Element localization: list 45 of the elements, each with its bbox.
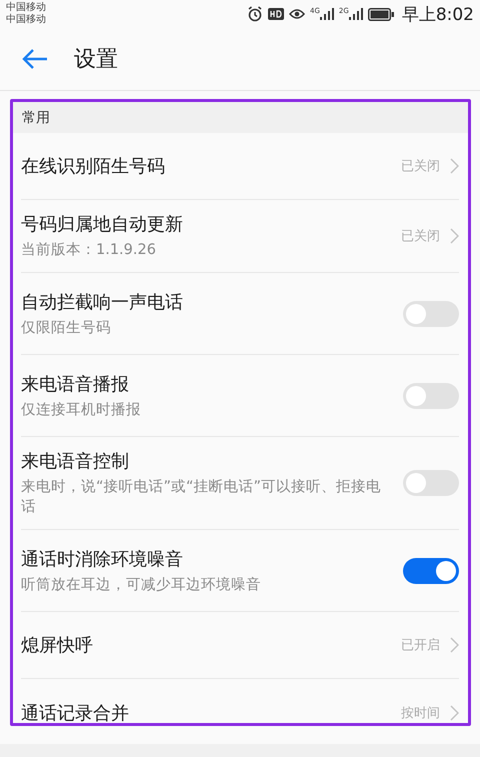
setting-description: 仅连接耳机时播报 — [21, 400, 142, 420]
settings-row[interactable]: 通话时消除环境噪音 听筒放在耳边，可减少耳边环境噪音 — [21, 530, 459, 612]
setting-title: 来电语音控制 — [21, 450, 130, 473]
setting-title: 来电语音播报 — [21, 372, 130, 396]
signal-icon — [320, 8, 334, 20]
setting-title: 号码归属地自动更新 — [21, 213, 184, 236]
carrier-name: 中国移动 — [6, 2, 46, 14]
settings-row[interactable]: 来电语音播报 仅连接耳机时播报 — [21, 355, 459, 437]
settings-row[interactable]: 号码归属地自动更新 当前版本：1.1.9.26 已关闭 — [21, 200, 459, 273]
hd-icon — [268, 7, 284, 21]
alarm-icon — [247, 6, 264, 22]
signal-icon — [348, 8, 363, 20]
toggle-switch[interactable] — [403, 300, 459, 326]
setting-description: 来电时，说“接听电话”或“挂断电话”可以接听、拒接电话 — [21, 478, 382, 517]
carrier-name: 中国移动 — [6, 14, 46, 26]
settings-row[interactable]: 自动拦截响一声电话 仅限陌生号码 — [21, 273, 459, 355]
page-title: 设置 — [74, 46, 118, 74]
setting-title: 熄屏快呼 — [21, 634, 94, 657]
settings-row[interactable]: 在线识别陌生号码 已关闭 — [21, 133, 459, 200]
setting-value: 按时间 — [401, 704, 440, 722]
toggle-switch[interactable] — [403, 382, 459, 408]
setting-title: 通话时消除环境噪音 — [21, 548, 184, 570]
setting-value: 已开启 — [401, 637, 440, 654]
back-arrow-icon[interactable] — [22, 48, 48, 70]
chevron-right-icon — [450, 158, 459, 174]
setting-description: 听筒放在耳边，可减少耳边环境噪音 — [21, 576, 262, 594]
setting-value: 已关闭 — [401, 158, 440, 175]
setting-description: 当前版本：1.1.9.26 — [21, 241, 157, 260]
toggle-switch[interactable] — [403, 470, 459, 496]
eye-icon — [289, 7, 306, 21]
chevron-right-icon — [450, 637, 459, 653]
setting-title: 通话记录合并 — [21, 702, 130, 723]
clock-time: 早上8:02 — [402, 4, 474, 26]
toggle-switch[interactable] — [403, 558, 459, 584]
setting-description: 仅限陌生号码 — [21, 318, 112, 338]
battery-icon — [368, 8, 394, 20]
settings-row[interactable]: 来电语音控制 来电时，说“接听电话”或“挂断电话”可以接听、拒接电话 — [21, 437, 459, 530]
settings-row[interactable]: 通话记录合并 按时间 — [21, 679, 459, 723]
settings-row[interactable]: 熄屏快呼 已开启 — [21, 612, 459, 679]
setting-title: 自动拦截响一声电话 — [21, 290, 184, 314]
section-header: 常用 — [22, 108, 50, 126]
chevron-right-icon — [450, 228, 459, 244]
setting-value: 已关闭 — [401, 228, 440, 245]
chevron-right-icon — [450, 704, 459, 720]
setting-title: 在线识别陌生号码 — [21, 155, 166, 178]
